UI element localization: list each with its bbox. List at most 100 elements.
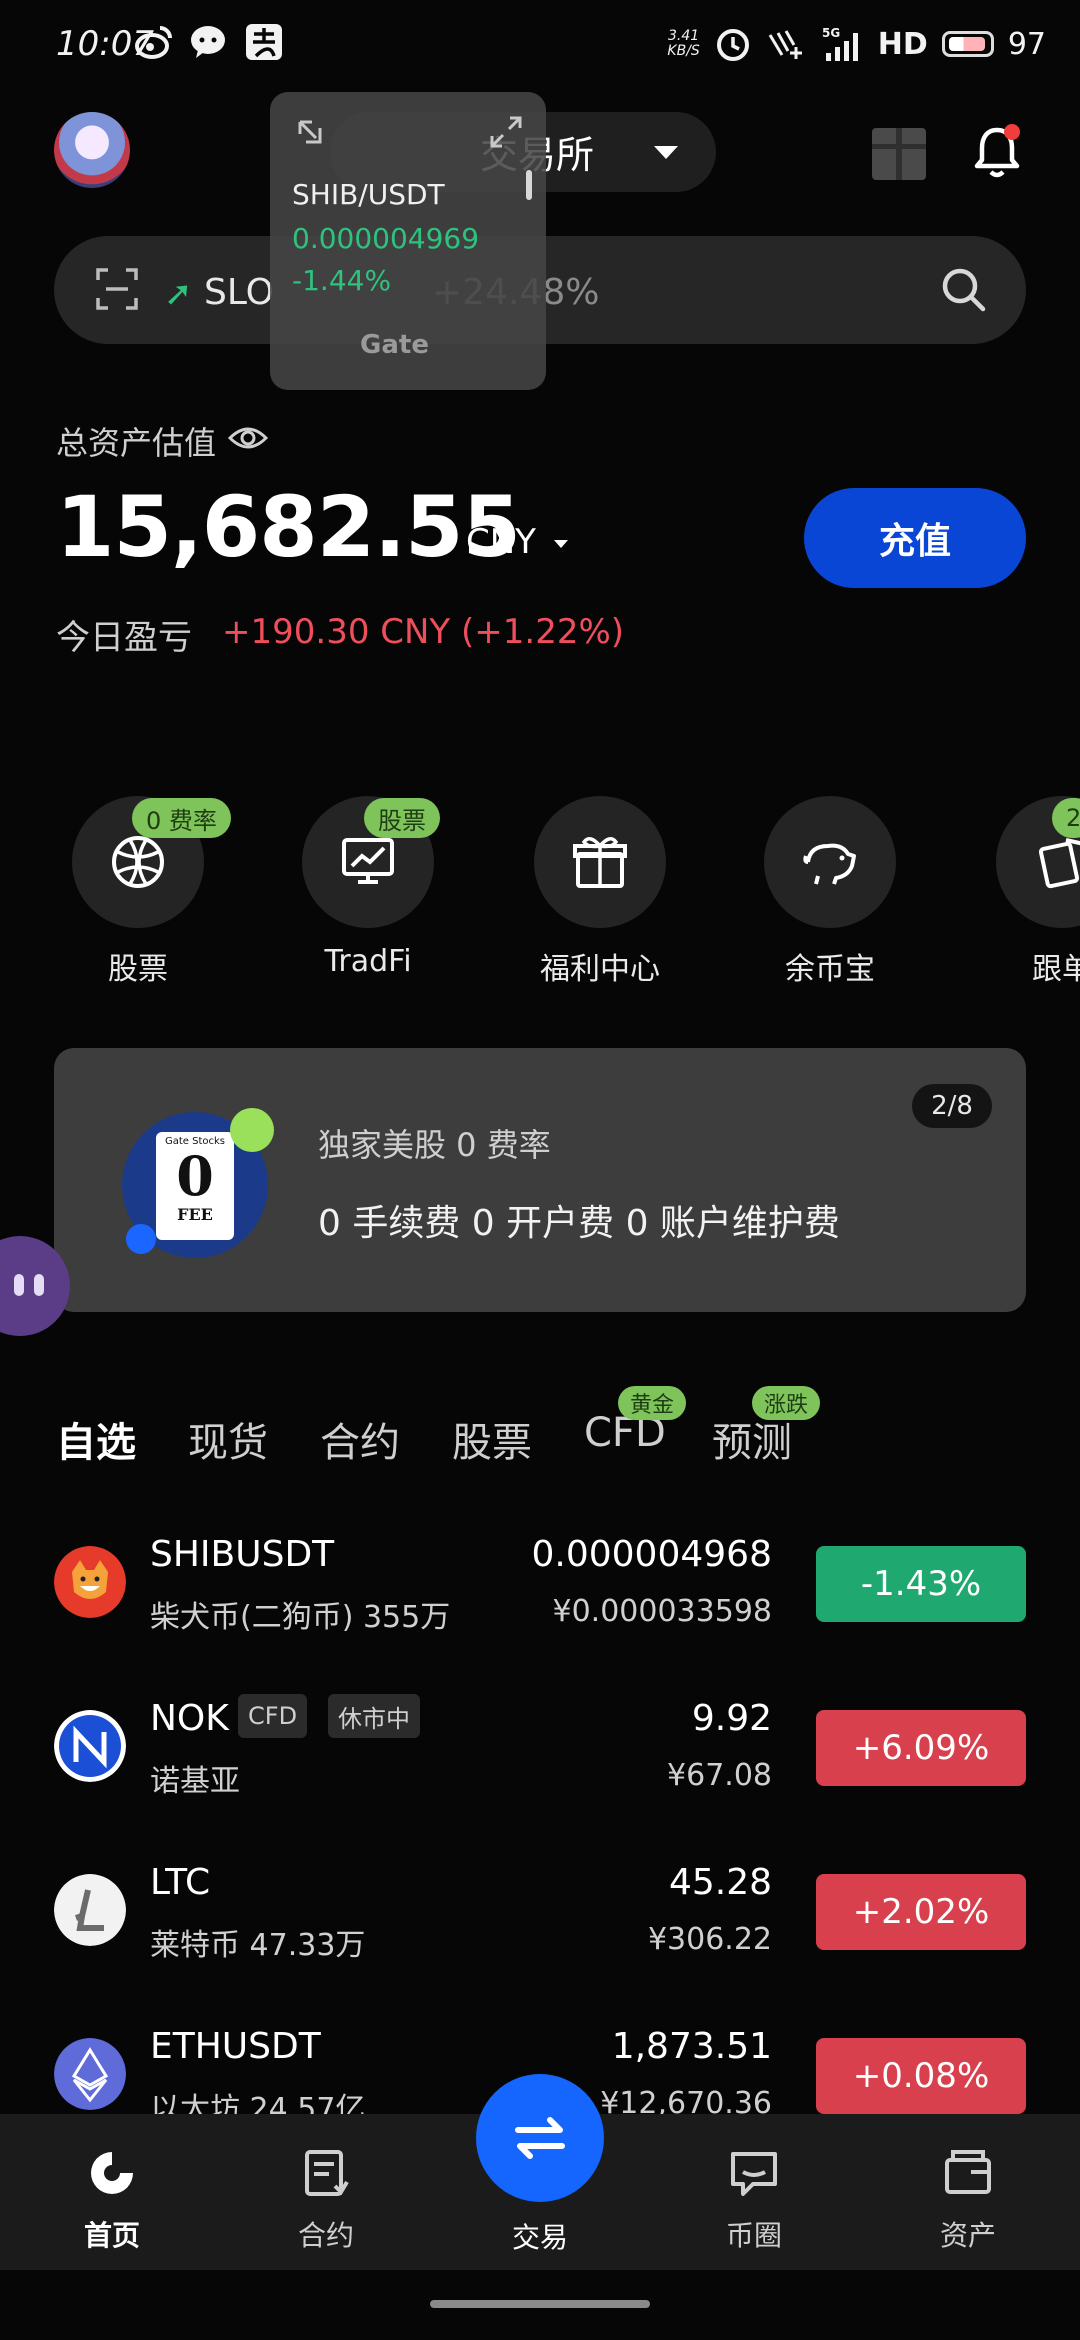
row-name: 柴犬币(二狗币) 355万 [150, 1600, 451, 1635]
litecoin-icon [54, 1874, 126, 1946]
change-chip[interactable]: +6.09% [816, 1710, 1026, 1786]
total-assets-label: 总资产估值 [56, 424, 217, 462]
nav-label: 首页 [83, 2219, 140, 2252]
gift-icon[interactable] [872, 128, 926, 180]
row-cny-price: ¥67.08 [667, 1758, 772, 1793]
cards-icon [1038, 838, 1080, 889]
nav-community[interactable]: 币圈 [674, 2146, 834, 2254]
floating-pair: SHIB/USDT [292, 178, 445, 211]
decor-dot [230, 1108, 274, 1152]
swap-icon [515, 2117, 565, 2159]
chart-board-icon [342, 838, 394, 884]
row-price: 1,873.51 [611, 2026, 772, 2067]
row-price: 0.000004968 [531, 1534, 773, 1575]
search-ticker[interactable]: SLO [204, 272, 274, 313]
list-item[interactable]: NOK CFD 休市中 诺基亚 9.92 ¥67.08 +6.09% [0, 1668, 1080, 1832]
shortcut-label: TradFi [324, 944, 412, 979]
tab-watchlist[interactable]: 自选 [56, 1410, 136, 1468]
home-indicator[interactable] [430, 2300, 650, 2308]
shortcut-label: 跟单 [1032, 952, 1080, 987]
daily-pnl-label: 今日盈亏 [56, 618, 192, 658]
mute-icon [768, 30, 802, 59]
piggy-bank-icon [803, 843, 856, 885]
chat-icon [731, 2152, 777, 2196]
trade-button[interactable] [476, 2074, 604, 2202]
market-closed-tag: 休市中 [328, 1694, 420, 1738]
shortcut-badge: 股票 [364, 798, 440, 838]
list-item[interactable]: LTC 莱特币 47.33万 45.28 ¥306.22 +2.02% [0, 1832, 1080, 1996]
change-chip[interactable]: +2.02% [816, 1874, 1026, 1950]
status-bar: 10:07 3.41 KB/S 5G HD 97 [0, 0, 1080, 92]
eye-icon[interactable] [228, 422, 268, 454]
gate-logo: Gate [360, 330, 429, 360]
tab-spot[interactable]: 现货 [188, 1410, 268, 1468]
cfd-tag: CFD [238, 1694, 308, 1738]
hd-indicator: HD [877, 26, 928, 62]
wallet-icon [945, 2150, 991, 2194]
decor-dot [126, 1224, 156, 1254]
tab-badge: 黄金 [618, 1386, 687, 1420]
tab-stocks[interactable]: 股票 [452, 1410, 532, 1468]
status-right: 3.41 KB/S 5G HD 97 [667, 22, 1046, 66]
shortcut-label: 余币宝 [785, 952, 875, 987]
floating-change: -1.44% [292, 264, 392, 297]
weibo-icon [135, 26, 172, 59]
daily-pnl-value: +190.30 CNY (+1.22%) [222, 612, 625, 652]
expand-icon[interactable] [490, 116, 522, 148]
alipay-icon [246, 24, 282, 60]
svg-text:5G: 5G [822, 26, 840, 40]
shortcut-savings[interactable] [764, 796, 896, 928]
banner-title: 独家美股 0 费率 [318, 1126, 551, 1164]
battery-icon [941, 31, 994, 57]
row-symbol: SHIBUSDT [150, 1534, 335, 1575]
shortcut-label: 福利中心 [540, 952, 660, 987]
row-cny-price: ¥306.22 [647, 1922, 772, 1957]
contract-icon [305, 2150, 349, 2196]
alarm-icon [716, 29, 749, 61]
scan-icon[interactable] [96, 268, 138, 310]
banner-pager: 2/8 [912, 1084, 992, 1128]
nokia-icon [54, 1710, 126, 1782]
trend-up-icon: ➚ [164, 274, 193, 314]
network-speed: 3.41 KB/S [667, 28, 700, 59]
deposit-button[interactable]: 充值 [804, 488, 1026, 588]
signal-icon: 5G [822, 26, 858, 61]
row-symbol: NOK [150, 1698, 229, 1739]
shortcut-rewards[interactable] [534, 796, 666, 928]
chevron-down-icon [554, 540, 568, 548]
total-assets-value: 15,682.55 [56, 478, 521, 576]
floating-scrollbar [526, 170, 532, 200]
shortcut-badge: 0 费率 [132, 798, 231, 838]
home-icon [91, 2152, 133, 2194]
nav-assets[interactable]: 资产 [888, 2146, 1048, 2254]
currency-selector[interactable]: CNY [466, 522, 536, 562]
row-symbol: LTC [150, 1862, 211, 1903]
nav-contracts[interactable]: 合约 [246, 2146, 406, 2254]
globe-icon [112, 836, 164, 888]
change-chip[interactable]: -1.43% [816, 1546, 1026, 1622]
row-name: 诺基亚 [150, 1764, 240, 1799]
nav-label: 资产 [939, 2219, 996, 2252]
list-item[interactable]: SHIBUSDT 柴犬币(二狗币) 355万 0.000004968 ¥0.00… [0, 1504, 1080, 1668]
search-icon[interactable] [940, 266, 988, 314]
gift-icon [573, 837, 627, 888]
row-symbol: ETHUSDT [150, 2026, 321, 2067]
minimize-icon[interactable] [296, 118, 324, 146]
wechat-icon [191, 26, 225, 58]
shortcut-label: 股票 [108, 952, 168, 987]
row-price: 45.28 [668, 1862, 772, 1903]
nav-label[interactable]: 交易 [460, 2216, 620, 2256]
ethereum-icon [54, 2038, 126, 2110]
nav-label: 币圈 [725, 2219, 782, 2252]
notification-dot [1004, 124, 1020, 140]
tab-futures[interactable]: 合约 [320, 1410, 400, 1468]
nav-home[interactable]: 首页 [32, 2146, 192, 2254]
row-name: 莱特币 47.33万 [150, 1928, 366, 1963]
banner-subtitle: 0 手续费 0 开户费 0 账户维护费 [318, 1203, 840, 1244]
shib-coin-icon [54, 1546, 126, 1618]
row-cny-price: ¥0.000033598 [552, 1594, 773, 1629]
avatar[interactable] [54, 112, 130, 188]
change-chip[interactable]: +0.08% [816, 2038, 1026, 2114]
row-price: 9.92 [691, 1698, 772, 1739]
chevron-down-icon [654, 146, 678, 159]
